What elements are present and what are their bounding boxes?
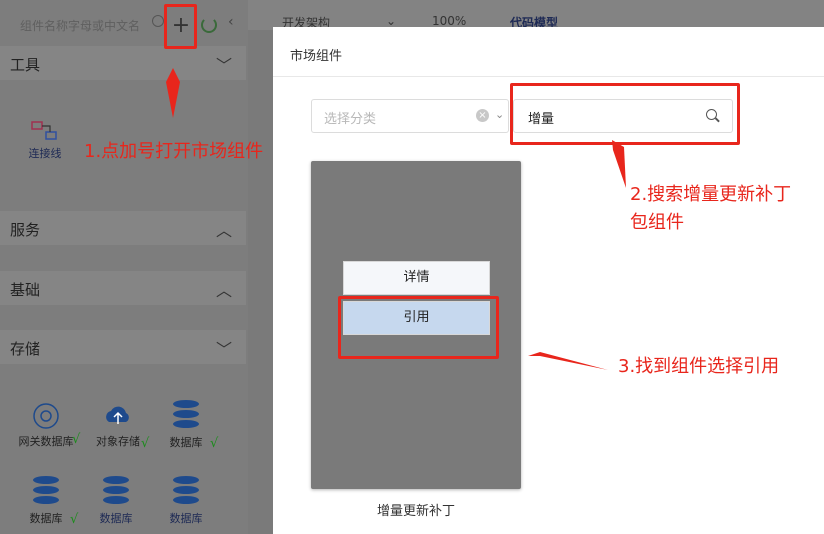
arrow-up-icon	[166, 68, 180, 118]
annotation-arrows	[166, 68, 626, 370]
annotation-step2: 2.搜索增量更新补丁 包组件	[630, 184, 792, 233]
annotation-step3: 3.找到组件选择引用	[618, 356, 780, 377]
annotation-step1: 1.点加号打开市场组件	[84, 141, 264, 162]
arrow-up-icon	[612, 140, 626, 188]
arrow-left-icon	[528, 352, 608, 370]
